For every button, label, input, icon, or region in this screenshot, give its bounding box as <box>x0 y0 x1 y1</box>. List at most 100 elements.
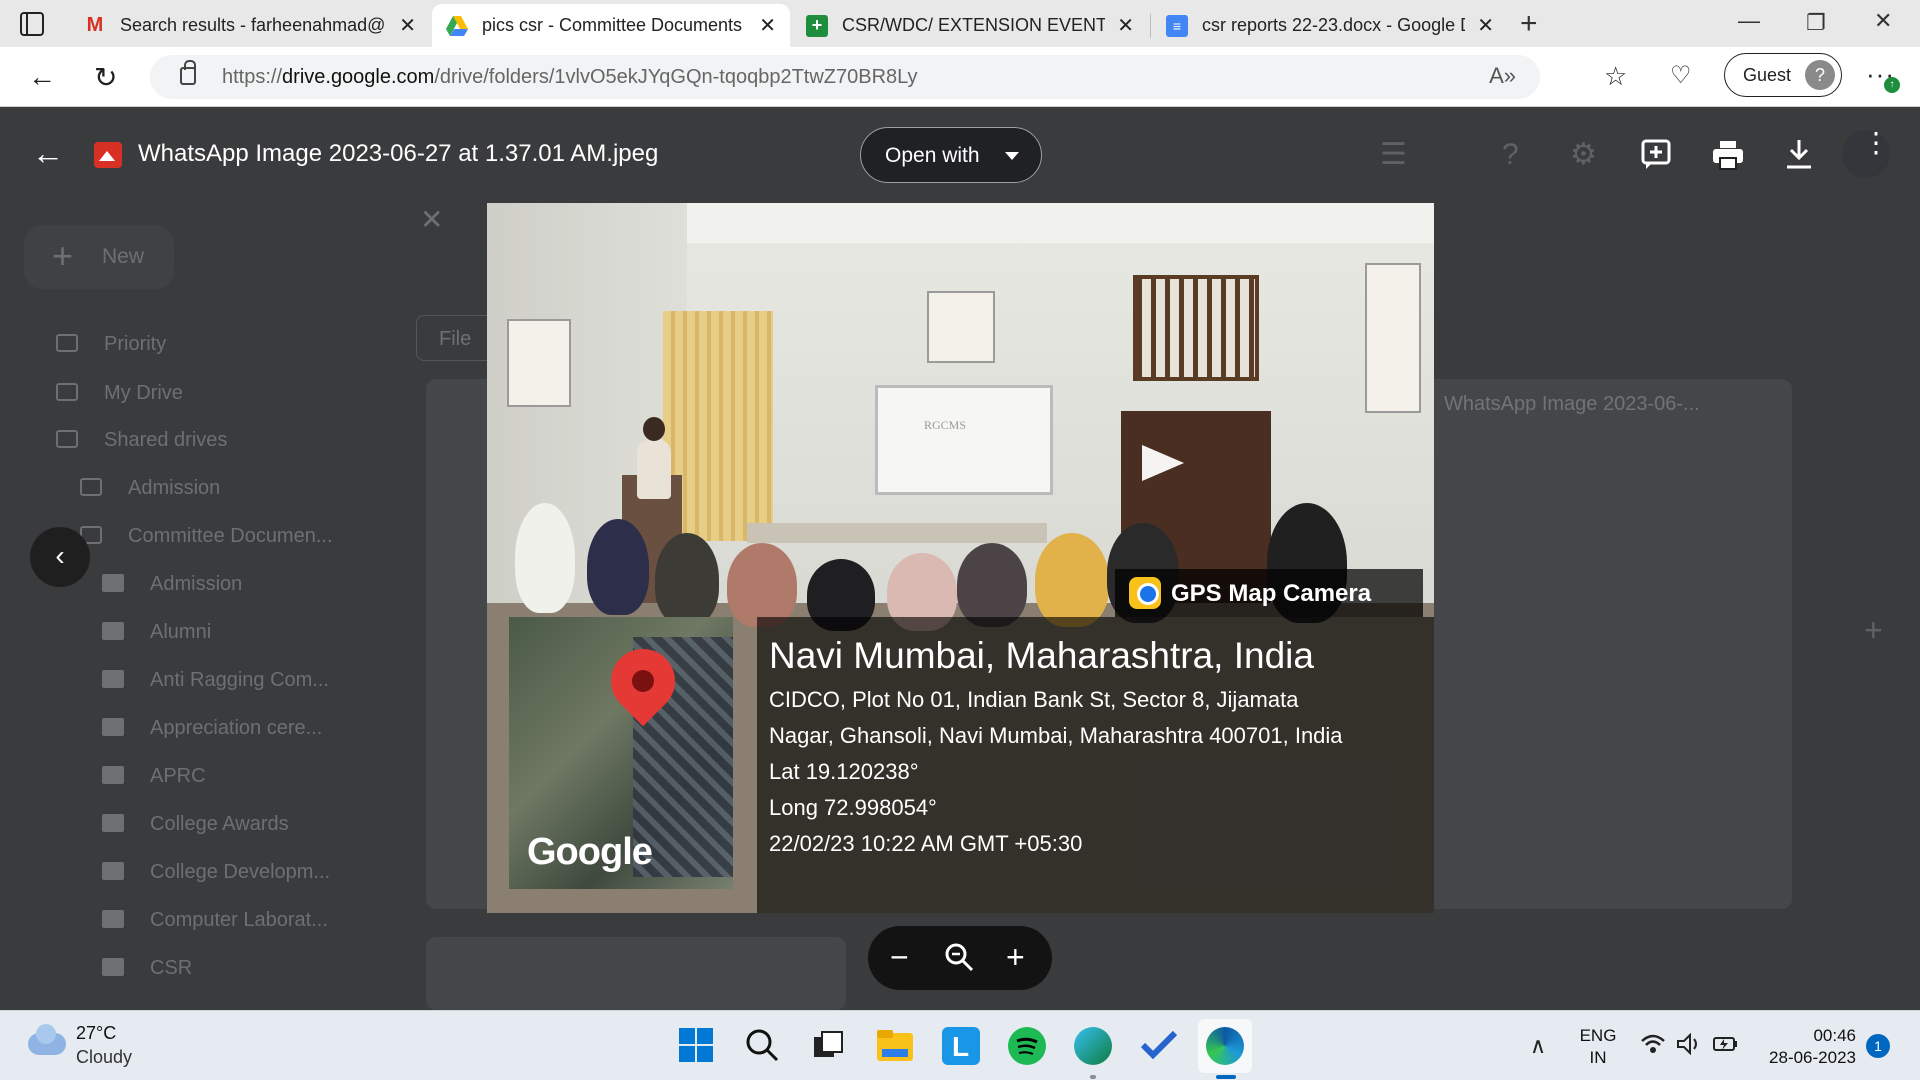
edge-icon[interactable] <box>1206 1027 1244 1065</box>
tab-actions-icon[interactable] <box>20 12 44 36</box>
photo-person <box>1035 533 1109 627</box>
drive-icon <box>446 15 468 37</box>
photo-poster <box>927 291 995 363</box>
lock-icon[interactable] <box>180 60 196 85</box>
folder-item[interactable]: College Developm... <box>102 861 330 884</box>
add-comment-icon[interactable] <box>1640 138 1672 176</box>
wifi-icon[interactable] <box>1640 1033 1666 1061</box>
system-clock[interactable]: 00:46 28-06-2023 <box>1760 1025 1856 1069</box>
sidebar-item-admission[interactable]: Admission <box>80 477 220 500</box>
folder-item[interactable]: Alumni <box>102 621 211 644</box>
folder-icon <box>102 958 124 976</box>
sidebar-item-priority[interactable]: Priority <box>56 333 166 356</box>
file-card[interactable] <box>426 937 846 1010</box>
print-icon[interactable] <box>1712 140 1744 176</box>
zoom-controls: − + <box>868 926 1052 990</box>
photo-person <box>957 543 1027 627</box>
tab-title: CSR/WDC/ EXTENSION EVENTS F <box>842 15 1106 35</box>
url-host: drive.google.com <box>282 66 435 88</box>
folder-item[interactable]: College Awards <box>102 813 289 836</box>
app-l-icon[interactable]: L <box>942 1027 980 1065</box>
folder-label: Admission <box>150 573 243 595</box>
window-close-icon[interactable]: ✕ <box>1874 8 1892 34</box>
url-text[interactable]: https://drive.google.com/drive/folders/1… <box>222 66 918 89</box>
folder-label: Anti Ragging Com... <box>150 669 329 691</box>
tab-sheets[interactable]: + CSR/WDC/ EXTENSION EVENTS F ✕ <box>792 4 1148 47</box>
search-icon[interactable] <box>744 1027 782 1065</box>
photo-desk <box>747 523 1047 543</box>
battery-icon[interactable] <box>1712 1033 1740 1061</box>
folder-label: CSR <box>150 957 193 979</box>
edge-beta-icon[interactable] <box>1074 1027 1112 1065</box>
chevron-up-icon[interactable]: ∧ <box>1530 1033 1546 1059</box>
folder-item[interactable]: Admission <box>102 573 242 596</box>
windows-taskbar: 27°C Cloudy L ∧ ENG IN 00:46 28-06-2023 <box>0 1010 1920 1080</box>
close-icon[interactable]: ✕ <box>1477 13 1494 38</box>
folder-item[interactable]: Appreciation cere... <box>102 717 322 740</box>
address-line: Nagar, Ghansoli, Navi Mumbai, Maharashtr… <box>769 723 1343 748</box>
close-icon[interactable]: ✕ <box>759 13 776 38</box>
download-icon[interactable] <box>1784 138 1814 176</box>
language-indicator[interactable]: ENG IN <box>1578 1025 1618 1069</box>
zoom-reset-icon[interactable] <box>944 942 974 978</box>
projector-screen: RGCMS <box>875 385 1053 495</box>
url-path: /drive/folders/1vlvO5ekJYqGQn-tqoqbp2Ttw… <box>434 66 918 88</box>
folder-item[interactable]: Computer Laborat... <box>102 909 328 932</box>
sidebar-item-committee[interactable]: Committee Documen... <box>80 525 333 548</box>
settings-gear-icon: ⚙ <box>1570 138 1597 171</box>
docs-icon: ≡ <box>1166 14 1188 37</box>
file-name: WhatsApp Image 2023-06-27 at 1.37.01 AM.… <box>138 140 659 167</box>
minimize-icon[interactable]: — <box>1738 8 1760 34</box>
tab-docs[interactable]: ≡ csr reports 22-23.docx - Google D ✕ <box>1152 4 1508 47</box>
sidebar-item-my-drive[interactable]: My Drive <box>56 382 183 405</box>
back-arrow-icon[interactable]: ← <box>28 61 56 93</box>
sidebar-item-label: Committee Documen... <box>128 525 333 547</box>
file-card-title: WhatsApp Image 2023-06-... <box>1444 393 1700 415</box>
latitude-text: Lat 19.120238° <box>769 759 919 784</box>
filter-icon: ☰ <box>1380 138 1407 171</box>
file-explorer-icon[interactable] <box>876 1027 914 1065</box>
open-with-button[interactable]: Open with <box>860 127 1042 183</box>
browser-essentials-icon[interactable]: ♡ <box>1670 61 1692 90</box>
cloud-icon[interactable] <box>28 1024 66 1055</box>
file-card[interactable] <box>1420 379 1792 909</box>
folder-icon <box>102 766 124 784</box>
zoom-in-icon[interactable]: + <box>1006 940 1025 974</box>
close-viewer-arrow-icon[interactable]: ← <box>32 137 64 169</box>
start-windows-icon[interactable] <box>678 1027 716 1065</box>
notification-badge[interactable]: 1 <box>1866 1034 1890 1058</box>
weather-condition[interactable]: Cloudy <box>76 1047 132 1068</box>
folder-item[interactable]: CSR <box>102 957 192 980</box>
todo-check-icon[interactable] <box>1140 1027 1178 1065</box>
zoom-out-icon[interactable]: − <box>890 940 909 974</box>
previous-file-button[interactable]: ‹ <box>30 527 90 587</box>
photo-person <box>587 519 649 615</box>
tab-gmail[interactable]: M Search results - farheenahmad@ ✕ <box>70 4 430 47</box>
new-tab-button[interactable]: + <box>1520 9 1538 39</box>
new-button[interactable]: New <box>24 225 174 289</box>
volume-icon[interactable] <box>1676 1032 1702 1061</box>
close-icon[interactable]: ✕ <box>399 13 416 38</box>
favorites-icon[interactable]: ☆ <box>1604 61 1627 92</box>
add-panel-icon[interactable]: + <box>1864 612 1883 649</box>
close-icon[interactable]: ✕ <box>420 203 443 236</box>
folder-item[interactable]: APRC <box>102 765 206 788</box>
restore-icon[interactable]: ❐ <box>1806 10 1826 36</box>
photo-poster <box>1365 263 1421 413</box>
weather-temperature[interactable]: 27°C <box>76 1023 116 1044</box>
task-view-icon[interactable] <box>810 1027 848 1065</box>
close-icon[interactable]: ✕ <box>1117 13 1134 38</box>
folder-item[interactable]: Anti Ragging Com... <box>102 669 329 692</box>
profile-label: Guest <box>1743 65 1792 85</box>
profile-button[interactable]: Guest ? <box>1724 53 1842 97</box>
clock-time: 00:46 <box>1813 1026 1856 1045</box>
tab-drive[interactable]: pics csr - Committee Documents ✕ <box>432 4 790 47</box>
sidebar-item-shared-drives[interactable]: Shared drives <box>56 429 227 452</box>
gps-map-camera-icon <box>1129 577 1161 609</box>
url-bar[interactable]: https://drive.google.com/drive/folders/1… <box>150 55 1540 99</box>
spotify-icon[interactable] <box>1008 1027 1046 1065</box>
more-actions-button[interactable]: ⋮ <box>1842 129 1890 178</box>
folder-icon <box>102 574 124 592</box>
reload-icon[interactable]: ↻ <box>94 61 117 94</box>
read-aloud-icon[interactable]: A» <box>1489 63 1516 89</box>
